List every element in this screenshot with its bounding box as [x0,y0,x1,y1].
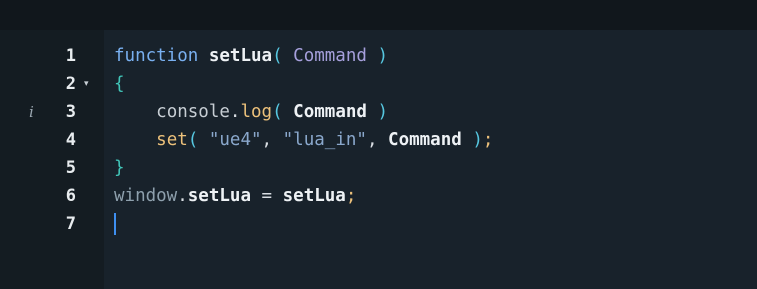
line-number: 7 [65,214,76,234]
indent-token [114,102,156,122]
string-token: "lua_in" [282,130,367,150]
function-name-token: setLua [208,46,273,66]
code-editor[interactable]: 1 function setLua( Command ) 2 ▾ { i 3 c… [0,0,757,289]
property-token: setLua [187,186,251,206]
paren-token: ) [472,130,483,150]
paren-token: ) [377,102,389,122]
identifier-token: console [156,102,230,122]
code-line[interactable]: 5 } [0,154,757,182]
code-text[interactable]: set( "ue4", "lua_in", Command ); [114,126,493,154]
parameter-token: Command [293,46,367,66]
string-token: "ue4" [208,130,262,150]
line-number: 3 [65,102,76,122]
line-number: 5 [65,158,76,178]
code-line[interactable]: 4 set( "ue4", "lua_in", Command ); [0,126,757,154]
method-token: log [240,102,273,122]
paren-token: ( [272,102,283,122]
identifier-token: setLua [282,186,346,206]
brace-token: { [114,74,125,94]
dot-token: . [229,102,241,122]
code-text[interactable]: console.log( Command ) [114,98,388,126]
argument-token: Command [293,102,367,122]
brace-token: } [114,158,125,178]
text-cursor [114,213,116,235]
indent-token [114,130,156,150]
code-line[interactable]: 1 function setLua( Command ) [0,42,757,70]
paren-token: ( [187,130,199,150]
line-number: 2 [65,74,76,94]
semicolon-token: ; [482,130,494,150]
code-line[interactable]: 6 window.setLua = setLua; [0,182,757,210]
function-call-token: set [156,130,188,150]
line-number: 1 [65,46,76,66]
comma-token: , [366,130,378,150]
paren-token: ( [272,46,283,66]
code-text[interactable]: { [114,70,125,98]
code-text[interactable]: function setLua( Command ) [114,42,388,70]
code-text[interactable]: window.setLua = setLua; [114,182,356,210]
code-line[interactable]: i 3 console.log( Command ) [0,98,757,126]
code-line[interactable]: 2 ▾ { [0,70,757,98]
editor-top-bar [0,0,757,30]
identifier-token: window [114,186,178,206]
line-number: 4 [65,130,76,150]
comma-token: , [261,130,273,150]
semicolon-token: ; [345,186,357,206]
fold-arrow-icon[interactable]: ▾ [84,70,89,98]
paren-token: ) [377,46,389,66]
info-icon[interactable]: i [29,98,34,126]
dot-token: . [177,186,188,206]
keyword-token: function [114,46,199,66]
code-text[interactable]: } [114,154,125,182]
argument-token: Command [388,130,462,150]
line-number: 6 [65,186,76,206]
code-line[interactable]: 7 [0,210,757,238]
operator-token: = [261,186,273,206]
